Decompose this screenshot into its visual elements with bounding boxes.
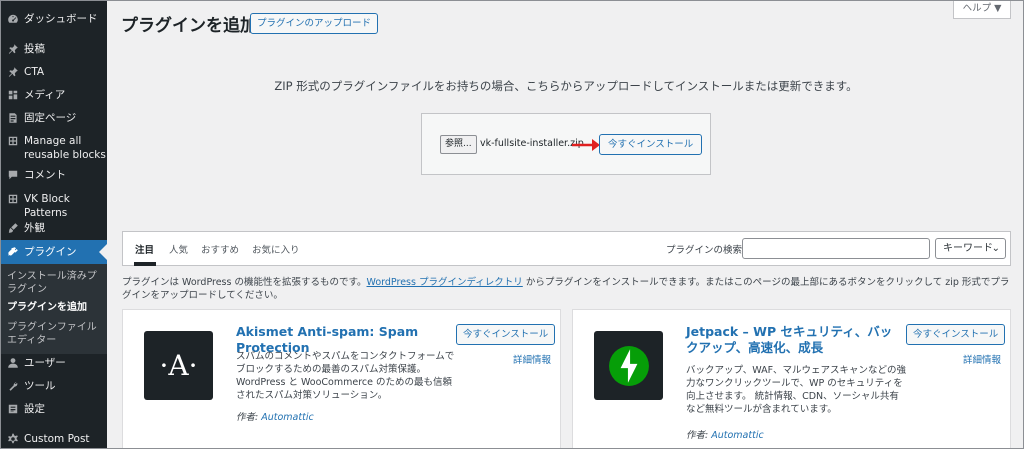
sidebar-item-comments[interactable]: コメント [0,168,107,182]
plugin-description: バックアップ、WAF、マルウェアスキャンなどの強力なワンクリックツールで、WP … [686,365,907,415]
akismet-logo-text: ·A· [159,349,198,382]
sidebar-item-vk-block-patterns[interactable]: VK Block Patterns [0,192,107,220]
sidebar-item-label: 設定 [24,403,45,415]
intro-text: プラグインは WordPress の機能性を拡張するものです。WordPress… [122,276,1014,302]
author-link[interactable]: Automattic [711,430,763,441]
sidebar-item-dashboard[interactable]: ダッシュボード [0,12,107,26]
tab-featured[interactable]: 注目 [135,242,154,256]
help-tab-button[interactable]: ヘルプ ▼ [953,0,1011,19]
plugin-search-input[interactable] [742,238,930,259]
intro-text-before: プラグインは WordPress の機能性を拡張するものです。 [122,277,367,288]
plugins-submenu: インストール済みプラグイン プラグインを追加 プラグインファイルエディター [0,264,107,354]
blocks-icon [6,134,19,148]
pin-icon [6,65,19,79]
sidebar-item-label: 外観 [24,222,45,234]
search-label: プラグインの検索 [666,245,743,256]
sidebar-item-label: VK Block Patterns [24,193,70,219]
plugin-card-akismet: ·A· Akismet Anti-spam: Spam Protection 今… [122,309,561,449]
page-icon [6,111,19,125]
plugin-description: スパムのコメントやスパムをコンタクトフォームでブロックするための最善のスパム対策… [236,351,455,401]
plugin-author: 作者: Automattic [686,427,764,441]
jetpack-logo-icon[interactable] [594,331,663,400]
selected-file-name: vk-fullsite-installer.zip [480,138,584,149]
search-type-select[interactable]: キーワード ⌄ [935,238,1006,259]
media-icon [6,88,19,102]
sidebar-item-users[interactable]: ユーザー [0,356,107,370]
sidebar-item-media[interactable]: メディア [0,88,107,102]
sidebar-item-label: ダッシュボード [24,13,98,25]
dashboard-icon [6,12,19,26]
plugin-name[interactable]: Jetpack – WP セキュリティ、バックアップ、高速化、成長 [686,324,896,356]
sidebar-item-settings[interactable]: 設定 [0,402,107,416]
comment-icon [6,168,19,182]
tab-recommended[interactable]: おすすめ [201,242,239,256]
upload-plugin-button[interactable]: プラグインのアップロード [250,13,379,34]
sidebar-item-label: Manage all reusable blocks [24,135,106,161]
brush-icon [6,221,19,235]
sidebar-item-posts[interactable]: 投稿 [0,42,107,56]
settings-icon [6,402,19,416]
sidebar-item-label: コメント [24,169,66,181]
plugin-icon [6,245,19,259]
blocks-icon [6,192,19,206]
author-label: 作者: [236,412,262,423]
admin-sidebar: ダッシュボード 投稿 CTA メディア 固定ページ Manage all reu… [0,0,107,449]
pin-icon [6,42,19,56]
sidebar-item-label: 投稿 [24,43,45,55]
install-now-button[interactable]: 今すぐインストール [456,324,556,345]
sidebar-item-appearance[interactable]: 外観 [0,221,107,235]
page-title: プラグインを追加 [121,16,257,36]
sidebar-item-label: プラグイン [24,246,77,258]
author-link[interactable]: Automattic [261,412,313,423]
plugin-filter-bar: 注目 人気 おすすめ お気に入り プラグインの検索 キーワード ⌄ [122,231,1011,266]
gear-icon [6,432,19,446]
more-details-link[interactable]: 詳細情報 [513,352,551,366]
tab-popular[interactable]: 人気 [169,242,188,256]
sidebar-item-label: CTA [24,66,45,78]
tab-favorites[interactable]: お気に入り [252,242,300,256]
plugin-directory-link[interactable]: WordPress プラグインディレクトリ [367,277,523,288]
install-now-button[interactable]: 今すぐインストール [599,134,703,155]
upload-description: ZIP 形式のプラグインファイルをお持ちの場合、こちらからアップロードしてインス… [274,79,858,93]
upload-form: 参照... vk-fullsite-installer.zip 今すぐインストー… [421,113,711,175]
sidebar-item-label: ツール [24,380,56,392]
submenu-add-plugin[interactable]: プラグインを追加 [7,301,103,314]
sidebar-item-label: 固定ページ [24,112,77,124]
submenu-plugin-file-editor[interactable]: プラグインファイルエディター [7,321,103,347]
tab-active-indicator [134,262,156,266]
chevron-down-icon: ⌄ [991,243,1000,254]
sidebar-item-cta[interactable]: CTA [0,65,107,79]
akismet-logo-icon[interactable]: ·A· [144,331,213,400]
sidebar-item-plugins[interactable]: プラグイン [0,240,107,264]
sidebar-item-pages[interactable]: 固定ページ [0,111,107,125]
search-type-value: キーワード [943,243,993,254]
wrench-icon [6,379,19,393]
sidebar-item-label: メディア [24,89,66,101]
red-arrow-annotation-icon [572,139,600,151]
sidebar-item-label: ユーザー [24,357,66,369]
install-now-button[interactable]: 今すぐインストール [906,324,1006,345]
plugin-card-jetpack: Jetpack – WP セキュリティ、バックアップ、高速化、成長 今すぐインス… [572,309,1011,449]
sidebar-item-custom-post-type[interactable]: Custom Post Type [0,432,107,449]
user-icon [6,356,19,370]
more-details-link[interactable]: 詳細情報 [963,352,1001,366]
sidebar-item-tools[interactable]: ツール [0,379,107,393]
sidebar-item-reusable-blocks[interactable]: Manage all reusable blocks [0,134,107,162]
author-label: 作者: [686,430,712,441]
jetpack-bolt-icon [608,345,649,386]
current-menu-arrow [99,244,107,260]
browse-file-button[interactable]: 参照... [440,135,477,154]
sidebar-item-label: Custom Post Type [24,433,90,449]
plugin-author: 作者: Automattic [236,409,314,423]
submenu-installed-plugins[interactable]: インストール済みプラグイン [7,270,103,296]
